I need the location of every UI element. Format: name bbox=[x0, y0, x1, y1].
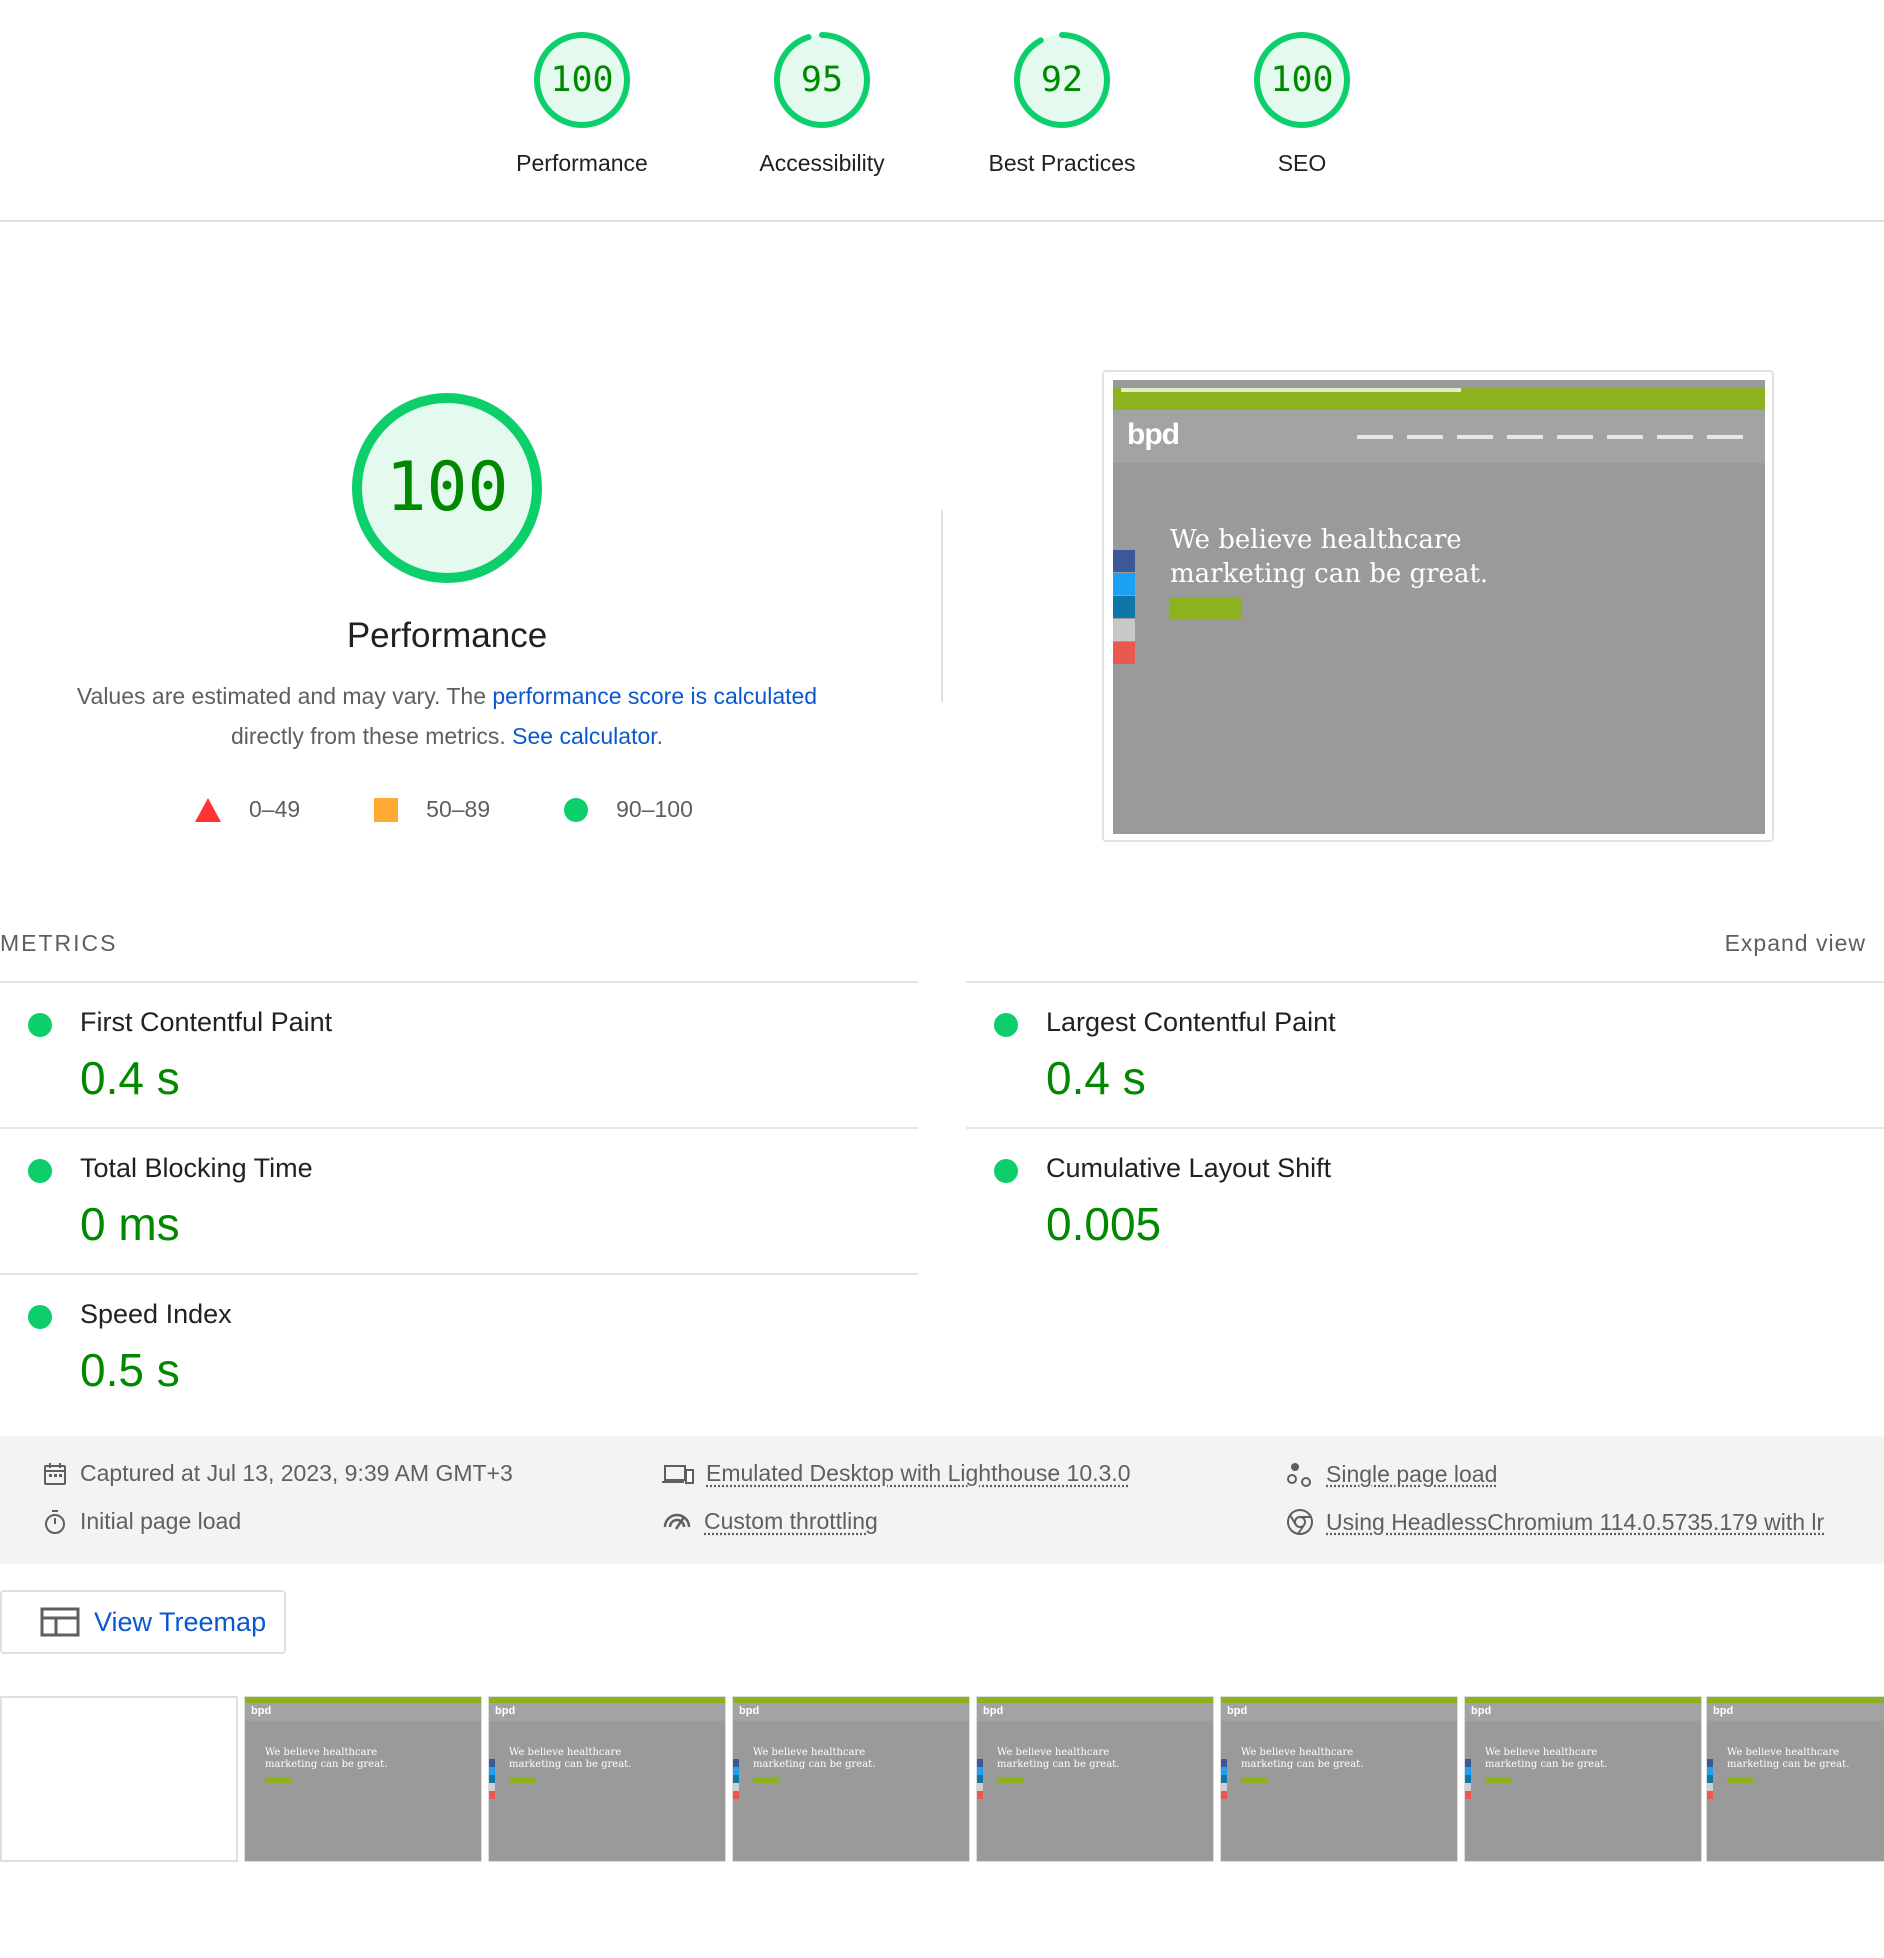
runtime-settings: Captured at Jul 13, 2023, 9:39 AM GMT+3 … bbox=[0, 1436, 1884, 1564]
initial-page-load: Initial page load bbox=[42, 1508, 241, 1535]
throttle-icon bbox=[663, 1513, 691, 1530]
chrome-icon bbox=[1287, 1509, 1313, 1535]
metric-cls: Cumulative Layout Shift 0.005 bbox=[966, 1127, 1884, 1273]
metric-value: 0 ms bbox=[80, 1198, 180, 1250]
performance-title: Performance bbox=[346, 616, 548, 655]
legend-pass: 90–100 bbox=[564, 796, 693, 823]
metric-value: 0.4 s bbox=[80, 1052, 180, 1104]
divider bbox=[941, 510, 943, 702]
filmstrip-frame: bpd We believe healthcare marketing can be… bbox=[732, 1696, 970, 1862]
performance-score: 100 bbox=[385, 448, 509, 527]
devices-icon bbox=[662, 1464, 694, 1484]
filmstrip-frame: bpd We believe healthcare marketing can be… bbox=[1706, 1696, 1884, 1862]
learn-more-button bbox=[1170, 598, 1242, 620]
filmstrip-frame: bpd We believe healthcare marketing can be… bbox=[488, 1696, 726, 1862]
gauge-seo[interactable]: 100 SEO bbox=[1182, 30, 1422, 177]
gauge-label: Accessibility bbox=[759, 150, 885, 176]
gauge-score: 100 bbox=[1270, 60, 1334, 100]
legend-average: 50–89 bbox=[374, 796, 490, 823]
single-page-load[interactable]: Single page load bbox=[1286, 1460, 1497, 1488]
filmstrip: bpd We believe healthcare marketing can be… bbox=[0, 1696, 1884, 1864]
metric-value: 0.005 bbox=[1046, 1198, 1162, 1250]
nodes-icon bbox=[1287, 1463, 1311, 1487]
metrics-header: METRICS Expand view bbox=[0, 930, 1884, 958]
performance-summary: 100 Performance Values are estimated and… bbox=[0, 390, 894, 756]
view-treemap-button[interactable]: View Treemap bbox=[0, 1590, 286, 1654]
metric-value: 0.4 s bbox=[1046, 1052, 1146, 1104]
gauge-accessibility[interactable]: 95 Accessibility bbox=[702, 30, 942, 177]
custom-throttling[interactable]: Custom throttling bbox=[662, 1508, 878, 1535]
gauge-score: 100 bbox=[550, 60, 614, 100]
pass-icon bbox=[28, 1305, 52, 1329]
metrics-heading: METRICS bbox=[0, 930, 118, 956]
pass-icon bbox=[28, 1013, 52, 1037]
pass-icon bbox=[994, 1013, 1018, 1037]
metric-name: First Contentful Paint bbox=[80, 1007, 333, 1037]
pass-icon bbox=[28, 1159, 52, 1183]
metric-value: 0.5 s bbox=[80, 1344, 180, 1396]
filmstrip-frame: bpd We believe healthcare marketing can be… bbox=[976, 1696, 1214, 1862]
triangle-icon bbox=[195, 797, 221, 822]
gauge-performance[interactable]: 100 Performance bbox=[462, 30, 702, 177]
treemap-icon bbox=[40, 1607, 80, 1637]
square-icon bbox=[374, 797, 399, 822]
calendar-icon bbox=[44, 1462, 66, 1485]
browser-version[interactable]: Using HeadlessChromium 114.0.5735.179 wi… bbox=[1286, 1508, 1824, 1536]
site-logo: bpd bbox=[1127, 418, 1180, 451]
performance-description: Values are estimated and may vary. The p… bbox=[76, 683, 818, 749]
legend-fail: 0–49 bbox=[195, 796, 300, 823]
metric-name: Cumulative Layout Shift bbox=[1046, 1153, 1332, 1183]
score-summary: 100 Performance 95 Accessibility 92 Best… bbox=[0, 0, 1884, 222]
gauge-best-practices[interactable]: 92 Best Practices bbox=[942, 30, 1182, 177]
emulated-device[interactable]: Emulated Desktop with Lighthouse 10.3.0 bbox=[662, 1460, 1131, 1487]
filmstrip-frame: bpd We believe healthcare marketing can be… bbox=[1220, 1696, 1458, 1862]
filmstrip-frame: bpd We believe healthcare marketing can be… bbox=[244, 1696, 482, 1862]
stopwatch-icon bbox=[45, 1509, 65, 1534]
performance-gauge: 100 bbox=[349, 390, 545, 586]
pass-icon bbox=[994, 1159, 1018, 1183]
screenshot-image: bpd We believe healthcare marketing can b… bbox=[1113, 380, 1765, 834]
gauge-score: 95 bbox=[800, 60, 844, 100]
score-legend: 0–49 50–89 90–100 bbox=[195, 796, 767, 823]
metric-tbt: Total Blocking Time 0 ms bbox=[0, 1127, 918, 1273]
metric-speed-index: Speed Index 0.5 s bbox=[0, 1273, 918, 1419]
metric-fcp: First Contentful Paint 0.4 s bbox=[0, 981, 918, 1127]
hero-text: We believe healthcare marketing can be gr… bbox=[1170, 525, 1489, 589]
filmstrip-frame: bpd We believe healthcare marketing can be… bbox=[1464, 1696, 1702, 1862]
see-calculator-link[interactable]: See calculator bbox=[512, 723, 656, 749]
gauge-label: SEO bbox=[1277, 150, 1327, 176]
gauge-ring: 95 bbox=[772, 30, 872, 130]
metric-name: Largest Contentful Paint bbox=[1046, 1007, 1336, 1037]
circle-icon bbox=[564, 797, 589, 822]
gauge-ring: 100 bbox=[532, 30, 632, 130]
gauge-ring: 100 bbox=[1252, 30, 1352, 130]
metric-name: Speed Index bbox=[80, 1299, 232, 1329]
gauge-label: Performance bbox=[516, 150, 648, 176]
metric-name: Total Blocking Time bbox=[80, 1153, 313, 1183]
score-calculated-link[interactable]: performance score is calculated bbox=[492, 683, 817, 709]
expand-view-toggle[interactable]: Expand view bbox=[1725, 930, 1866, 957]
gauge-label: Best Practices bbox=[988, 150, 1136, 176]
gauge-score: 92 bbox=[1040, 60, 1084, 100]
filmstrip-frame bbox=[0, 1696, 238, 1862]
metric-lcp: Largest Contentful Paint 0.4 s bbox=[966, 981, 1884, 1127]
view-treemap-label: View Treemap bbox=[94, 1606, 267, 1637]
gauge-ring: 92 bbox=[1012, 30, 1112, 130]
captured-at: Captured at Jul 13, 2023, 9:39 AM GMT+3 bbox=[42, 1460, 513, 1487]
final-screenshot[interactable]: bpd We believe healthcare marketing can b… bbox=[1102, 370, 1774, 842]
social-icons bbox=[1113, 550, 1135, 665]
